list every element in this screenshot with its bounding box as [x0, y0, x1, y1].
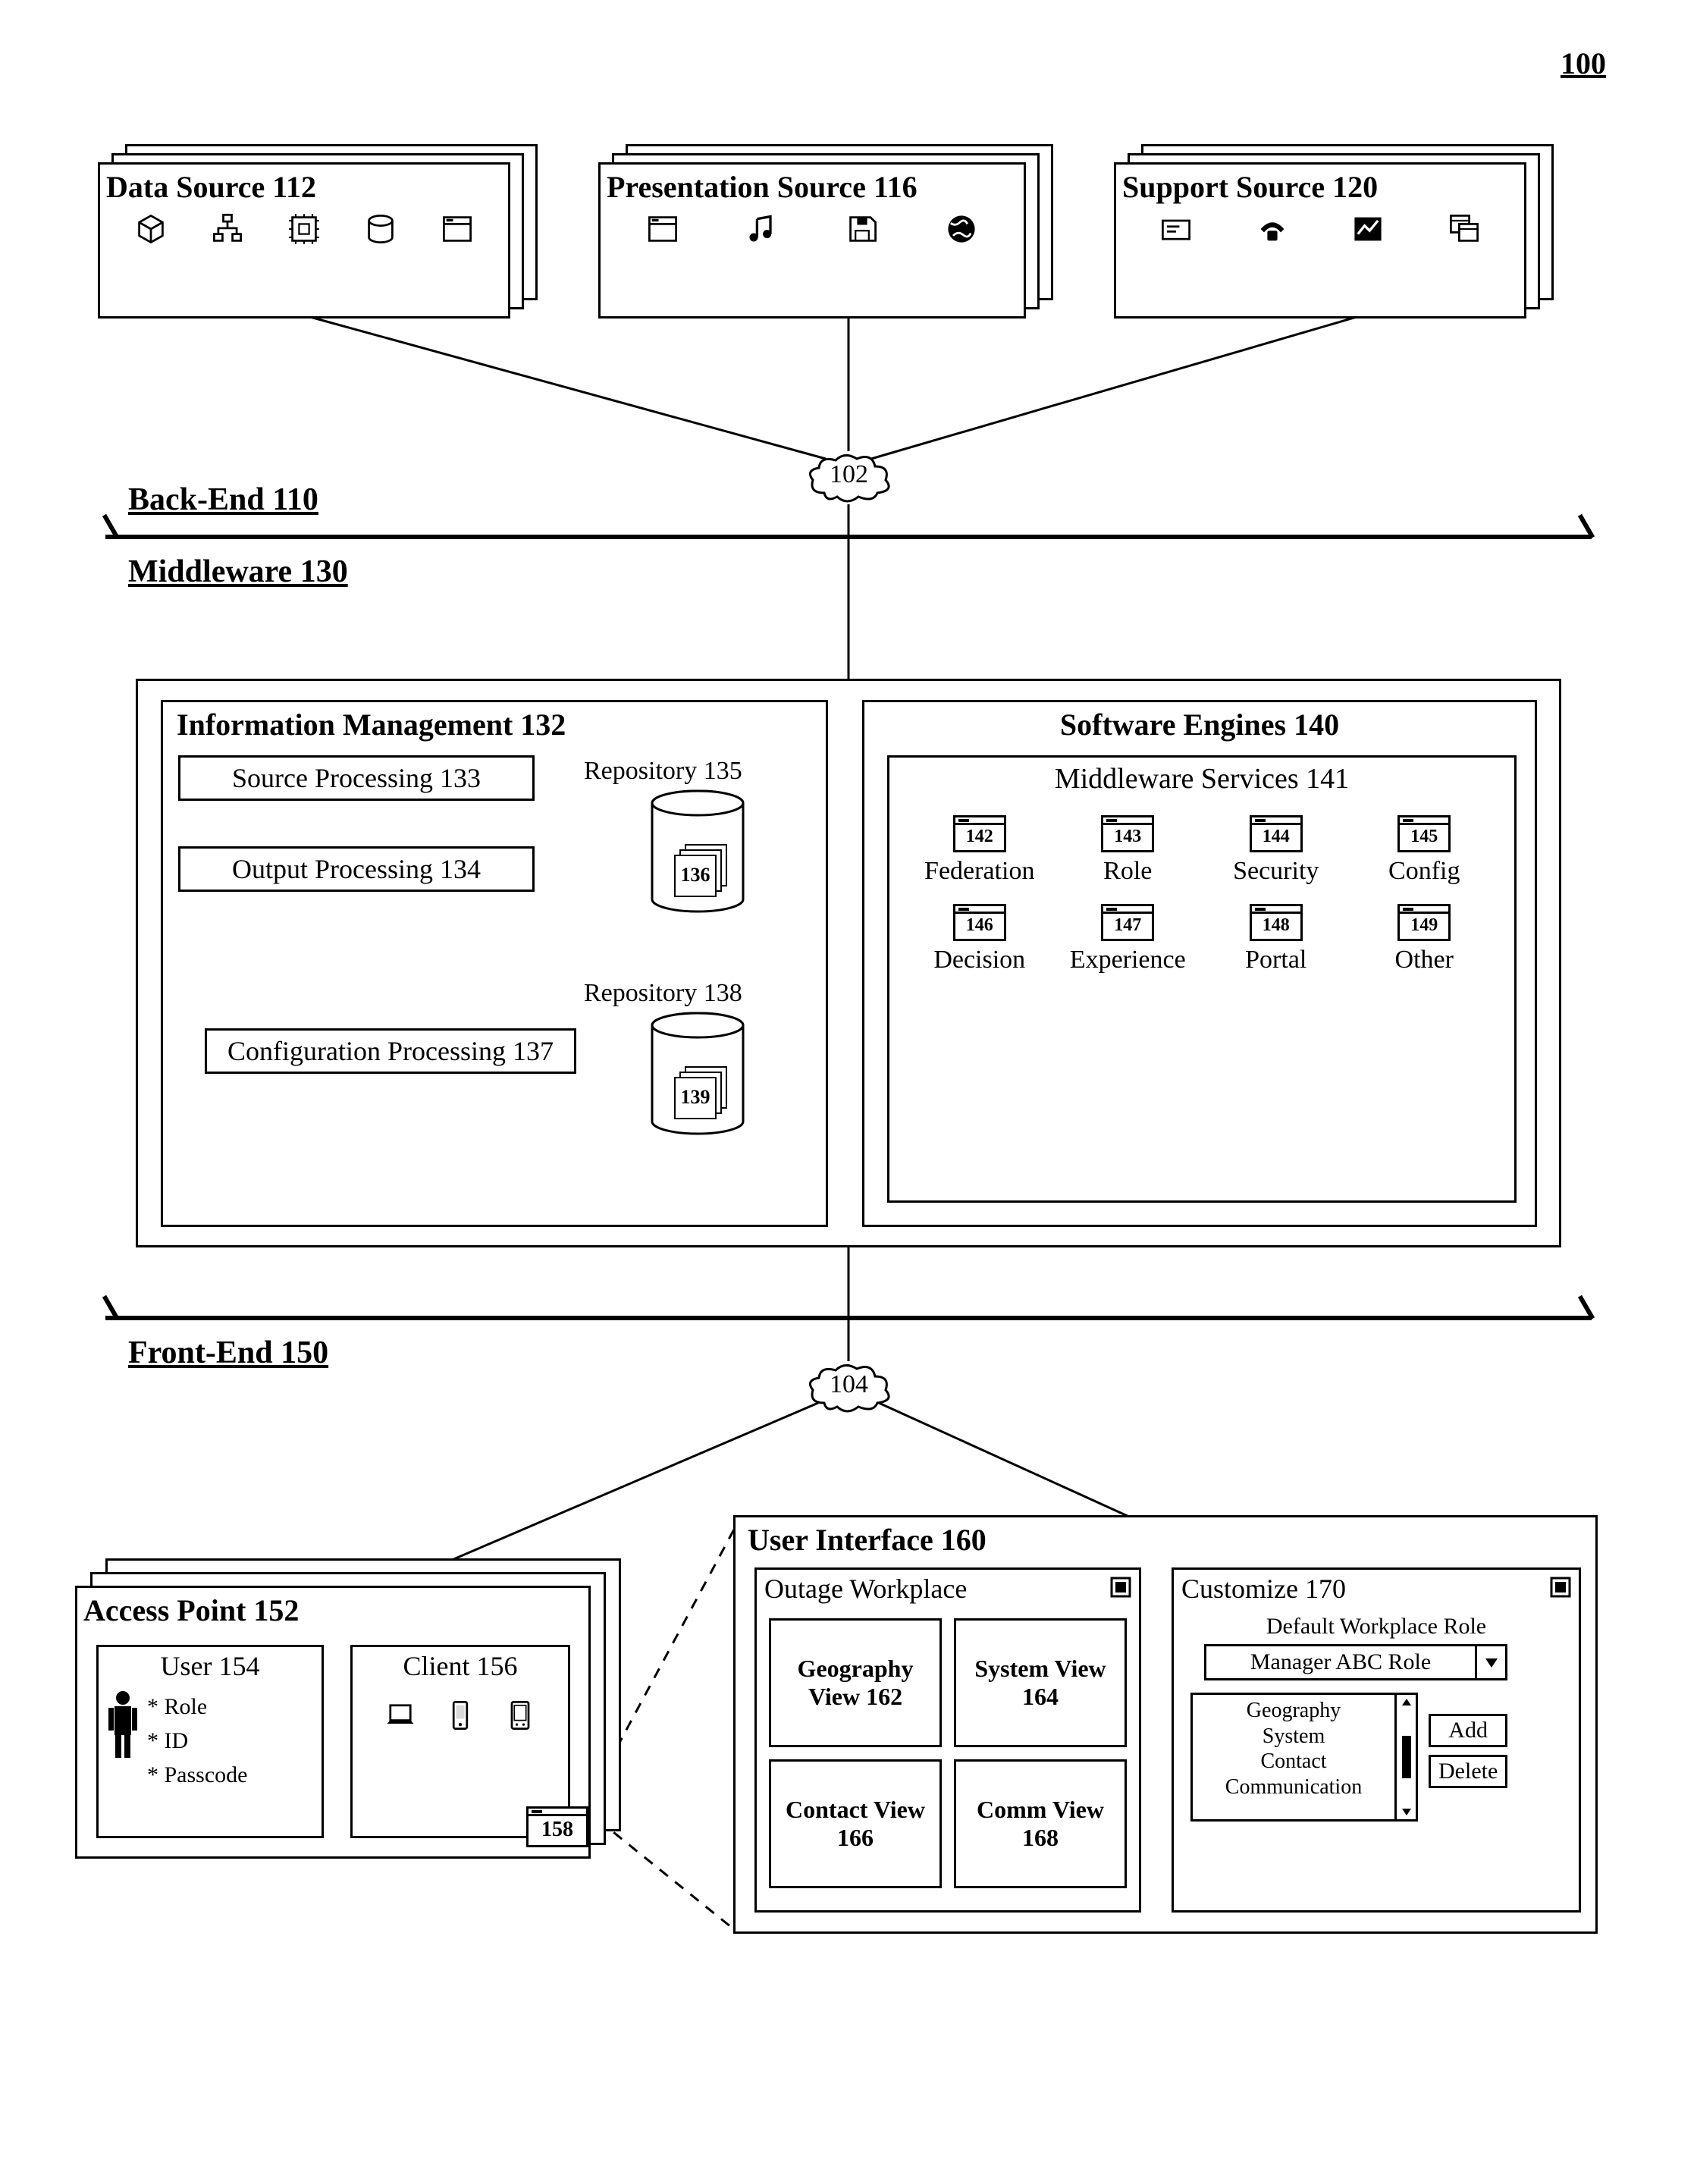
support-source-stack: Support Source 120 [1114, 144, 1554, 318]
info-mgmt-title: Information Management 132 [163, 702, 826, 744]
presentation-source-icons [601, 206, 1024, 262]
data-source-stack: Data Source 112 [98, 144, 538, 318]
outage-view[interactable]: Contact View 166 [769, 1759, 942, 1888]
client-title: Client 156 [353, 1647, 568, 1685]
scroll-up-icon[interactable] [1401, 1696, 1413, 1709]
repo-138-label: Repository 138 [584, 979, 742, 1008]
user-attr: * ID [147, 1724, 247, 1758]
outage-view[interactable]: Geography View 162 [769, 1618, 942, 1747]
presentation-source-title: Presentation Source 116 [601, 165, 1024, 206]
user-interface-box: User Interface 160 Outage Workplace Geog… [733, 1515, 1598, 1934]
frontend-divider [105, 1316, 1592, 1320]
chip-icon [287, 212, 321, 249]
database-icon [364, 212, 397, 249]
access-point-title: Access Point 152 [77, 1588, 588, 1630]
disk-icon [845, 212, 879, 249]
backend-label: Back-End 110 [128, 482, 318, 518]
support-source-icons [1116, 206, 1524, 262]
user-attr: * Role [147, 1690, 247, 1724]
services-label: Middleware Services 141 [889, 758, 1514, 800]
data-source-icons [100, 206, 508, 262]
phone-icon [1256, 212, 1289, 249]
service-item: 147 Experience [1058, 904, 1199, 974]
phone-device-icon [444, 1699, 477, 1736]
customize-window: Customize 170 Default Workplace Role Man… [1172, 1567, 1581, 1913]
diagram-canvas: Data Source 112 Presentation Source 116 … [52, 30, 1645, 2154]
cloud-104-label: 104 [830, 1370, 868, 1398]
service-item: 146 Decision [909, 904, 1050, 974]
windows-icon [1448, 212, 1481, 249]
outage-view[interactable]: System View 164 [954, 1618, 1127, 1747]
list-item[interactable]: Contact [1199, 1749, 1388, 1774]
globe-icon [945, 212, 978, 249]
service-item: 144 Security [1206, 815, 1347, 886]
service-item: 149 Other [1354, 904, 1495, 974]
person-icon [106, 1690, 140, 1765]
user-title: User 154 [99, 1647, 322, 1685]
user-box: User 154 * Role* ID* Passcode [96, 1645, 324, 1838]
cube-icon [134, 212, 168, 249]
service-item: 143 Role [1058, 815, 1199, 886]
repo-135-label: Repository 135 [584, 757, 742, 786]
window-icon [441, 212, 474, 249]
list-item[interactable]: Communication [1199, 1774, 1388, 1800]
customize-title: Customize 170 [1181, 1573, 1346, 1605]
user-attr: * Passcode [147, 1758, 247, 1792]
output-processing-box: Output Processing 134 [178, 846, 535, 892]
laptop-icon [384, 1699, 417, 1736]
delete-button[interactable]: Delete [1429, 1755, 1507, 1788]
network-icon [211, 212, 244, 249]
service-item: 148 Portal [1206, 904, 1347, 974]
cloud-102: 102 [805, 451, 892, 504]
middleware-box: Information Management 132 Source Proces… [136, 679, 1561, 1247]
cloud-104: 104 [805, 1361, 892, 1414]
service-item: 142 Federation [909, 815, 1050, 886]
window-control-icon[interactable] [1110, 1577, 1131, 1602]
engines-title: Software Engines 140 [864, 702, 1535, 744]
scroll-down-icon[interactable] [1401, 1806, 1413, 1818]
middleware-services-box: Middleware Services 141 142 Federation 1… [887, 755, 1517, 1203]
data-source-title: Data Source 112 [100, 165, 508, 206]
repo-135-cylinder: 136 [648, 789, 747, 918]
client-window-158: 158 [526, 1806, 588, 1847]
service-item: 145 Config [1354, 815, 1495, 886]
cloud-102-label: 102 [830, 460, 868, 488]
window-icon [646, 212, 679, 249]
outage-view[interactable]: Comm View 168 [954, 1759, 1127, 1888]
repo-138-item: 139 [674, 1077, 717, 1119]
outage-title: Outage Workplace [764, 1573, 967, 1605]
repo-138-cylinder: 139 [648, 1012, 747, 1141]
support-source-title: Support Source 120 [1116, 165, 1524, 206]
presentation-source-stack: Presentation Source 116 [598, 144, 1053, 318]
list-item[interactable]: System [1199, 1724, 1388, 1749]
views-listbox[interactable]: GeographySystemContactCommunication [1190, 1693, 1418, 1822]
engines-box: Software Engines 140 Middleware Services… [862, 700, 1537, 1227]
config-processing-box: Configuration Processing 137 [205, 1028, 576, 1074]
repo-135-item: 136 [674, 855, 717, 897]
ui-title: User Interface 160 [736, 1517, 1595, 1559]
music-icon [745, 212, 779, 249]
access-point-stack: Access Point 152 User 154 * Role* ID* Pa… [75, 1558, 636, 1858]
window-control-icon[interactable] [1550, 1577, 1571, 1602]
frontend-label: Front-End 150 [128, 1335, 328, 1371]
info-mgmt-box: Information Management 132 Source Proces… [161, 700, 828, 1227]
list-item[interactable]: Geography [1199, 1698, 1388, 1724]
source-processing-box: Source Processing 133 [178, 755, 535, 801]
dropdown-arrow-icon[interactable] [1475, 1646, 1505, 1678]
scroll-thumb[interactable] [1402, 1736, 1411, 1778]
outage-window: Outage Workplace Geography View 162Syste… [754, 1567, 1141, 1913]
add-button[interactable]: Add [1429, 1714, 1507, 1747]
pda-icon [503, 1699, 537, 1736]
role-dropdown[interactable]: Manager ABC Role [1204, 1644, 1507, 1680]
middleware-label: Middleware 130 [128, 554, 348, 590]
default-role-label: Default Workplace Role [1190, 1614, 1562, 1640]
chart-icon [1351, 212, 1385, 249]
mail-icon [1159, 212, 1193, 249]
backend-divider [105, 535, 1592, 539]
